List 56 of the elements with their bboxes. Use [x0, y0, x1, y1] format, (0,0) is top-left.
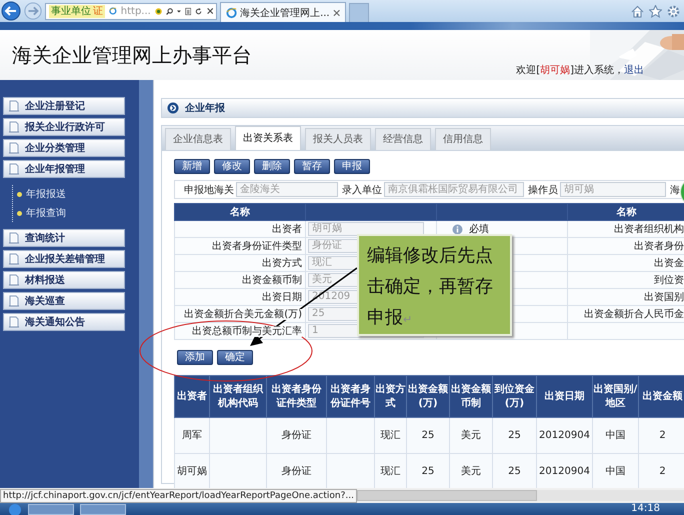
- field-label: 出资者身份证件类型: [212, 241, 302, 252]
- field-label: 录入单位: [341, 184, 383, 196]
- column-header: 出资金额币制: [450, 376, 492, 418]
- field-label: 出资金额折合美元金额(万): [184, 309, 302, 320]
- table-cell: 25: [422, 466, 434, 476]
- column-header: 到位资金(万): [492, 376, 536, 418]
- field-label: 出资方式: [262, 258, 302, 269]
- field-label: 出资者组织机构: [614, 224, 684, 235]
- field-label: 操作员: [527, 184, 559, 196]
- column-header: 出资者身份证件号: [326, 376, 374, 418]
- column-header: 名称: [568, 204, 684, 220]
- field-label: 出资金: [654, 258, 684, 269]
- table-cell: 25: [508, 430, 521, 440]
- field-label: 海: [669, 184, 681, 196]
- column-header: 出资方式: [374, 376, 406, 418]
- table-cell: 身份证: [282, 430, 312, 440]
- field-label: 申报地海关: [183, 184, 235, 196]
- table-cell: 2: [659, 430, 666, 440]
- table-cell: 美元: [461, 466, 481, 476]
- clock: 14:18: [631, 503, 660, 515]
- column-header: 出资者身份证件类型: [266, 376, 326, 418]
- table-cell: 25: [422, 430, 434, 440]
- table-cell: 中国: [606, 430, 626, 440]
- tab-title: 海关企业管理网上...: [240, 6, 330, 20]
- table-cell: 25: [508, 466, 521, 476]
- column-header: 出资者组织机构代码: [210, 376, 266, 418]
- table-cell: 美元: [461, 430, 481, 440]
- column-header: 名称: [174, 204, 306, 220]
- welcome-text: 欢迎[胡可娲]进入系统，退出: [516, 64, 644, 77]
- field-label: 出资总额币制与美元汇率: [192, 326, 302, 337]
- field-label: 出资金额折合人民币金: [584, 309, 684, 320]
- field-label: 出资者: [272, 224, 302, 235]
- field-label: 出资国别: [644, 292, 684, 303]
- table-cell: 身份证: [282, 466, 312, 476]
- table-cell: 胡可娲: [177, 466, 207, 476]
- field-label: 出资金额币制: [242, 275, 302, 286]
- status-url: http://jcf.chinaport.gov.cn/jcf/entYearReport/loadYearReportPageOne.action?...: [0, 488, 357, 502]
- table-cell: 周军: [182, 430, 202, 440]
- column-header: 出资金额(万): [406, 376, 450, 418]
- table-cell: 现汇: [380, 430, 400, 440]
- site-title: 海关企业管理网上办事平台: [11, 42, 252, 68]
- table-cell: 20120904: [539, 466, 590, 476]
- field-label: 到位资: [654, 275, 684, 286]
- callout-text: 编辑修改后先点击确定，再暂存申报↵: [367, 245, 493, 328]
- panel-title: 企业年报: [185, 102, 225, 115]
- table-cell: 2: [659, 466, 666, 476]
- table-cell: 中国: [606, 466, 626, 476]
- required-note: 必填: [469, 222, 489, 236]
- column-header: 出资者: [174, 376, 210, 418]
- column-header: 出资国别/地区: [592, 376, 638, 418]
- field-label: 出资者身份: [634, 241, 684, 252]
- column-header: 出资金额: [638, 376, 684, 418]
- table-cell: 现汇: [380, 466, 400, 476]
- field-label: 出资日期: [262, 292, 302, 303]
- table-cell: 20120904: [539, 430, 590, 440]
- column-header: 出资日期: [536, 376, 592, 418]
